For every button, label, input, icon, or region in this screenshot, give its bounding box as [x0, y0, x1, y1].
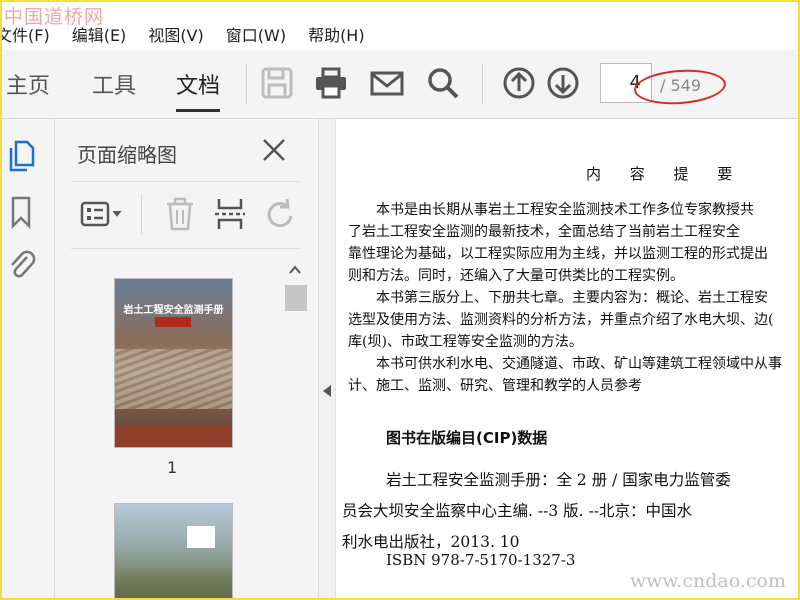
document-title: 内 容 提 要: [586, 165, 745, 183]
paragraph-line: 了岩土工程安全监测的最新技术，全面总结了当前岩土工程安全: [348, 224, 740, 240]
watermark-bottom: www.cndao.com: [629, 570, 786, 592]
scroll-thumb[interactable]: [285, 285, 307, 311]
save-icon[interactable]: [260, 66, 294, 100]
print-icon[interactable]: [314, 66, 348, 100]
tab-tools[interactable]: 工具: [92, 68, 136, 100]
page-up-icon[interactable]: [502, 66, 536, 100]
tab-home[interactable]: 主页: [6, 68, 50, 100]
paragraph-line: 本书可供水利水电、交通隧道、市政、矿山等建筑工程领域中从事: [376, 356, 782, 372]
isbn-line: ISBN 978-7-5170-1327-3: [386, 551, 576, 569]
search-icon[interactable]: [426, 66, 460, 100]
thumbnail-cover-image: [115, 349, 232, 409]
paragraph-line: 靠性理论为基础，以工程实际应用为主线，并以监测工程的形式提出: [348, 246, 768, 262]
cip-line: 员会大坝安全监察中心主编. --3 版. --北京：中国水: [342, 502, 692, 520]
bookmark-icon[interactable]: [6, 195, 36, 229]
cip-heading: 图书在版编目(CIP)数据: [386, 429, 548, 447]
toolbar-separator: [246, 64, 247, 104]
options-menu-icon[interactable]: [79, 196, 125, 232]
cip-line: 岩土工程安全监测手册：全 2 册 / 国家电力监管委: [386, 471, 731, 489]
paragraph-line: 选型及使用方法、监测资料的分析方法，并重点介绍了水电大坝、边(: [348, 312, 774, 328]
attachment-icon[interactable]: [6, 247, 36, 281]
collapse-arrow-icon[interactable]: [322, 384, 332, 398]
page-down-icon[interactable]: [546, 66, 580, 100]
cip-text: 岩土工程安全监测手册：全 2 册 / 国家电力监管委 员会大坝安全监察中心主编.…: [342, 465, 798, 558]
panel-toolbar: [71, 181, 299, 249]
document-page: 内 容 提 要 本书是由长期从事岩土工程安全监测技术工作多位专家教授共 了岩土工…: [336, 119, 798, 598]
paragraph-line: 本书第三版分上、下册共七章。主要内容为：概论、岩土工程安: [376, 290, 768, 306]
menu-bar: 文件(F) 编辑(E) 视图(V) 窗口(W) 帮助(H): [2, 20, 798, 48]
paragraph-line: 库(坝)、市政工程等安全监测的方法。: [348, 334, 583, 350]
thumbnail-scrollbar[interactable]: [283, 261, 307, 598]
page-thumbnails-icon[interactable]: [6, 139, 36, 173]
page-thumbnail-1[interactable]: 岩土工程安全监测手册: [115, 279, 232, 447]
close-icon[interactable]: [261, 137, 287, 163]
paragraph-line: 则和方法。同时，还编入了大量可供类比的工程实例。: [348, 268, 684, 284]
menu-view[interactable]: 视图(V): [148, 22, 203, 46]
panel-collapse-handle[interactable]: [319, 119, 336, 598]
thumbnail-cover-badge: [155, 317, 191, 327]
panel-title: 页面缩略图: [77, 143, 177, 167]
watermark-top: 中国道桥网: [4, 6, 105, 28]
paragraph-line: 本书是由长期从事岩土工程安全监测技术工作多位专家教授共: [376, 202, 754, 218]
toolbar-separator: [482, 64, 483, 104]
page-thumbnail-2[interactable]: [115, 504, 232, 598]
thumbnail-image-patch: [187, 526, 215, 548]
mail-icon[interactable]: [370, 66, 404, 100]
scroll-up-icon[interactable]: [288, 263, 302, 275]
tab-document[interactable]: 文档: [176, 68, 221, 112]
screenshot-frame: 中国道桥网 文件(F) 编辑(E) 视图(V) 窗口(W) 帮助(H) 主页 工…: [0, 0, 800, 600]
menu-window[interactable]: 窗口(W): [226, 22, 286, 46]
thumbnail-cover-title: 岩土工程安全监测手册: [123, 305, 224, 316]
thumbnail-page-number: 1: [167, 458, 178, 477]
delete-icon[interactable]: [163, 196, 197, 232]
extract-pages-icon[interactable]: [213, 196, 247, 232]
menu-help[interactable]: 帮助(H): [308, 22, 365, 46]
paragraph-line: 计、施工、监测、研究、管理和教学的人员参考: [348, 378, 642, 394]
navigation-rail: [2, 119, 55, 598]
rotate-icon[interactable]: [263, 196, 297, 232]
thumbnail-cover-bar: [115, 425, 232, 447]
thumbnail-panel: 页面缩略图 岩土工程安全监测手册 1: [55, 119, 319, 598]
panel-toolbar-separator: [141, 194, 142, 234]
